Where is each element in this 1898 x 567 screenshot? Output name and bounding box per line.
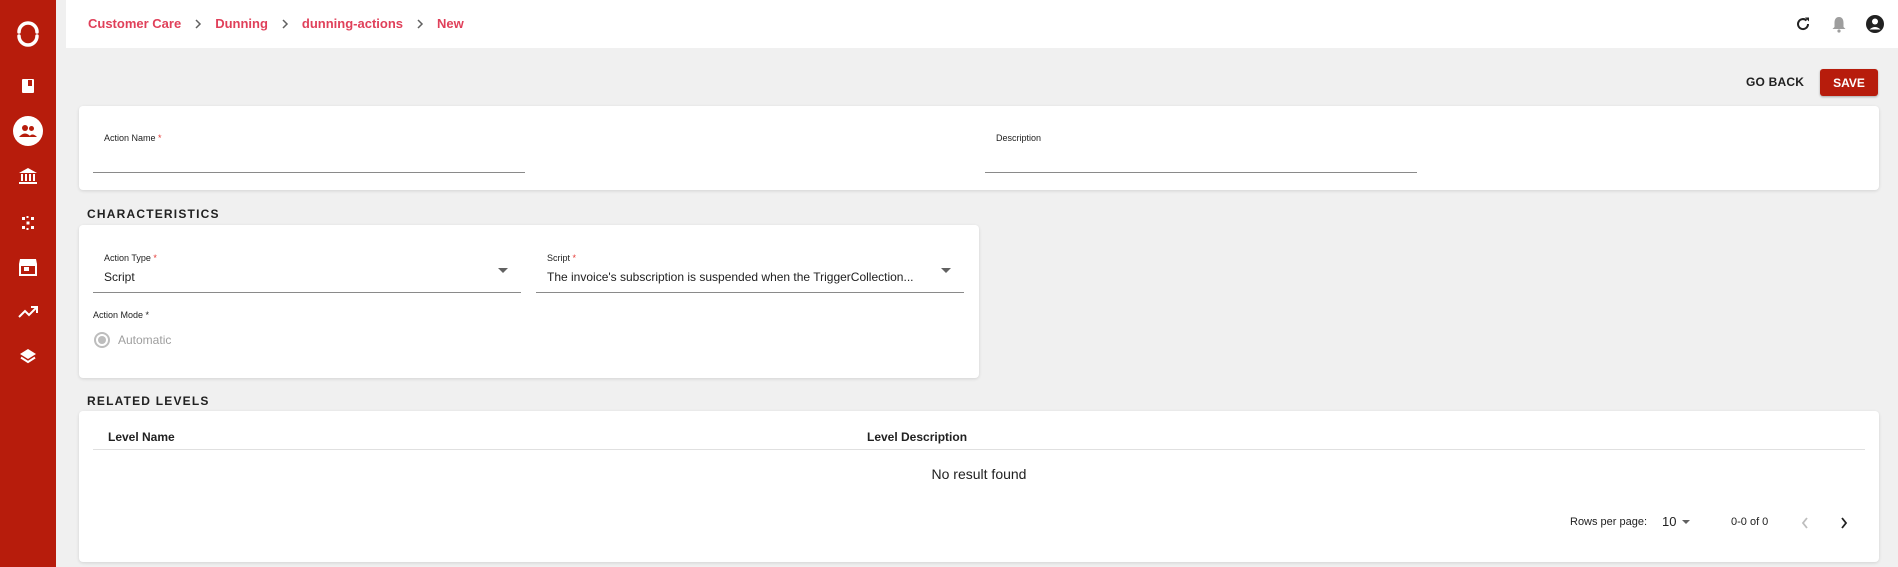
description-underline bbox=[985, 172, 1417, 173]
automatic-option-label: Automatic bbox=[118, 333, 172, 347]
go-back-button[interactable]: GO BACK bbox=[1746, 70, 1804, 94]
action-type-underline bbox=[93, 292, 521, 293]
description-label: Description bbox=[996, 133, 1042, 143]
store-icon[interactable] bbox=[0, 251, 56, 283]
action-type-label: Action Type * bbox=[104, 253, 157, 263]
chevron-right-icon bbox=[281, 18, 289, 29]
script-select[interactable]: The invoice's subscription is suspended … bbox=[547, 270, 933, 284]
caret-down-icon[interactable] bbox=[941, 268, 951, 273]
save-button[interactable]: SAVE bbox=[1820, 69, 1878, 96]
rows-per-page-value: 10 bbox=[1662, 514, 1677, 529]
column-level-name[interactable]: Level Name bbox=[108, 430, 175, 444]
action-type-select[interactable]: Script bbox=[104, 270, 484, 284]
sidebar bbox=[0, 0, 56, 567]
empty-state-message: No result found bbox=[931, 466, 1027, 482]
caret-down-icon[interactable] bbox=[498, 268, 508, 273]
pagination-range: 0-0 of 0 bbox=[1731, 516, 1769, 528]
breadcrumb-item-new: New bbox=[437, 16, 464, 31]
layers-icon[interactable] bbox=[0, 341, 56, 373]
radio-button[interactable] bbox=[94, 332, 110, 348]
caret-down-icon bbox=[1682, 519, 1691, 524]
action-mode-label: Action Mode * bbox=[93, 310, 150, 320]
chevron-right-icon bbox=[194, 18, 202, 29]
account-circle-icon[interactable] bbox=[1864, 13, 1886, 35]
related-levels-title: RELATED LEVELS bbox=[87, 394, 210, 408]
characteristics-card bbox=[79, 225, 979, 378]
action-name-label: Action Name * bbox=[104, 133, 162, 143]
trending-up-icon[interactable] bbox=[0, 296, 56, 328]
top-header: Customer Care Dunning dunning-actions Ne… bbox=[66, 0, 1898, 48]
chevron-right-icon bbox=[1841, 517, 1848, 529]
header-icons bbox=[1792, 13, 1886, 35]
breadcrumb-item-customer-care[interactable]: Customer Care bbox=[88, 16, 181, 31]
action-type-label-text: Action Type bbox=[104, 253, 151, 263]
sidebar-item-customer-care[interactable] bbox=[0, 115, 56, 147]
action-name-input[interactable] bbox=[93, 146, 525, 172]
bank-icon[interactable] bbox=[0, 160, 56, 192]
rows-per-page-select[interactable]: 10 bbox=[1662, 514, 1691, 529]
description-input[interactable] bbox=[985, 146, 1417, 172]
next-page-button[interactable] bbox=[1833, 512, 1855, 534]
related-levels-card bbox=[79, 411, 1879, 562]
chevron-right-icon bbox=[416, 18, 424, 29]
refresh-icon[interactable] bbox=[1792, 13, 1814, 35]
grid-dots-icon[interactable] bbox=[0, 207, 56, 239]
script-underline bbox=[536, 292, 964, 293]
action-mode-radio-automatic[interactable]: Automatic bbox=[94, 332, 171, 348]
action-name-label-text: Action Name bbox=[104, 133, 156, 143]
radio-dot bbox=[98, 336, 106, 344]
script-label-text: Script bbox=[547, 253, 571, 263]
breadcrumb-item-dunning-actions[interactable]: dunning-actions bbox=[302, 16, 403, 31]
required-mark: * bbox=[158, 133, 162, 143]
required-mark: * bbox=[572, 253, 577, 263]
rows-per-page-label: Rows per page: bbox=[1570, 516, 1648, 528]
column-level-description[interactable]: Level Description bbox=[867, 430, 967, 444]
bell-icon[interactable] bbox=[1828, 13, 1850, 35]
action-name-underline bbox=[93, 172, 525, 173]
required-mark: * bbox=[153, 253, 157, 263]
book-icon[interactable] bbox=[0, 70, 56, 102]
characteristics-title: CHARACTERISTICS bbox=[87, 207, 220, 221]
breadcrumb-item-dunning[interactable]: Dunning bbox=[215, 16, 268, 31]
table-header-divider bbox=[93, 449, 1865, 450]
breadcrumb: Customer Care Dunning dunning-actions Ne… bbox=[88, 16, 464, 31]
logo-icon[interactable] bbox=[0, 18, 56, 50]
people-icon bbox=[13, 116, 43, 146]
chevron-left-icon bbox=[1801, 517, 1808, 529]
previous-page-button[interactable] bbox=[1794, 512, 1816, 534]
script-label: Script * bbox=[547, 253, 576, 263]
